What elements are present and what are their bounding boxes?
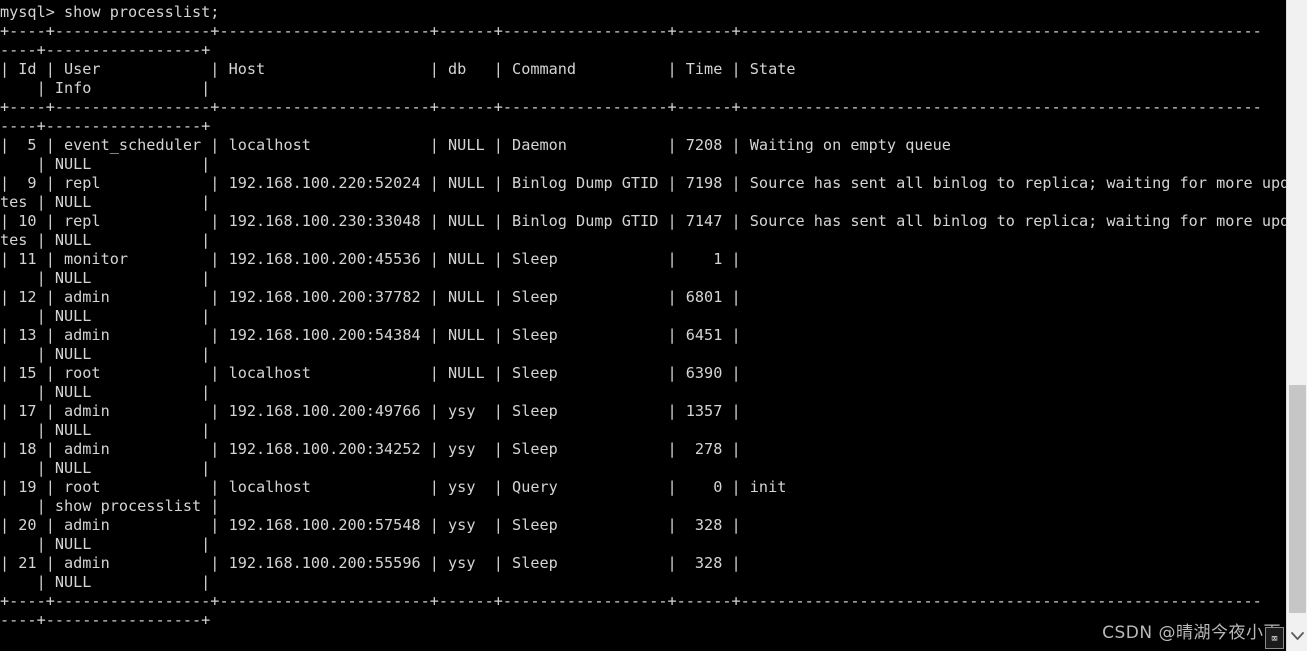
terminal-line: | 12 | admin | 192.168.100.200:37782 | N… (0, 288, 1262, 306)
terminal-line: | 19 | root | localhost | ysy | Query | … (0, 478, 1262, 496)
terminal-line: ----+-----------------+ (0, 117, 211, 135)
terminal-line: | NULL | (0, 307, 211, 325)
terminal-line: +----+-----------------+----------------… (0, 98, 1262, 116)
terminal-line: | 10 | repl | 192.168.100.230:33048 | NU… (0, 212, 1286, 230)
terminal-line: tes | NULL | (0, 193, 211, 211)
corner-badge-icon: ⌧ (1265, 627, 1284, 649)
terminal-line: tes | NULL | (0, 231, 211, 249)
terminal-line: ----+-----------------+ (0, 611, 211, 629)
terminal-line: | 17 | admin | 192.168.100.200:49766 | y… (0, 402, 1262, 420)
terminal-line: +----+-----------------+----------------… (0, 592, 1262, 610)
terminal-line: +----+-----------------+----------------… (0, 22, 1262, 40)
terminal-line: | 11 | monitor | 192.168.100.200:45536 |… (0, 250, 1262, 268)
terminal-line: | NULL | (0, 155, 211, 173)
terminal-line: ----+-----------------+ (0, 41, 211, 59)
terminal-line: | 5 | event_scheduler | localhost | NULL… (0, 136, 1262, 154)
terminal-line: mysql> show processlist; (0, 3, 220, 21)
chevron-down-icon (1291, 631, 1304, 641)
terminal-line: | show processlist | (0, 497, 220, 515)
terminal-line: | NULL | (0, 269, 211, 287)
screen-root: mysql> show processlist; +----+----------… (0, 0, 1307, 651)
terminal-line: | NULL | (0, 421, 211, 439)
terminal-line: | NULL | (0, 459, 211, 477)
terminal-line: | 13 | admin | 192.168.100.200:54384 | N… (0, 326, 1262, 344)
terminal-window[interactable]: mysql> show processlist; +----+----------… (0, 0, 1286, 651)
vertical-scrollbar[interactable] (1286, 0, 1307, 651)
terminal-line: | NULL | (0, 383, 211, 401)
terminal-line: | NULL | (0, 573, 211, 591)
terminal-line: | 9 | repl | 192.168.100.220:52024 | NUL… (0, 174, 1286, 192)
scrollbar-down-button[interactable] (1287, 621, 1307, 651)
terminal-line: | 20 | admin | 192.168.100.200:57548 | y… (0, 516, 1262, 534)
scrollbar-thumb[interactable] (1289, 385, 1306, 613)
terminal-output: mysql> show processlist; +----+----------… (0, 3, 1286, 630)
terminal-line: | 18 | admin | 192.168.100.200:34252 | y… (0, 440, 1262, 458)
terminal-line: | Id | User | Host | db | Command | Time… (0, 60, 1262, 78)
terminal-line: | NULL | (0, 535, 211, 553)
terminal-line: | 21 | admin | 192.168.100.200:55596 | y… (0, 554, 1262, 572)
terminal-line: | NULL | (0, 345, 211, 363)
terminal-line: | Info | (0, 79, 211, 97)
terminal-line: | 15 | root | localhost | NULL | Sleep |… (0, 364, 1262, 382)
